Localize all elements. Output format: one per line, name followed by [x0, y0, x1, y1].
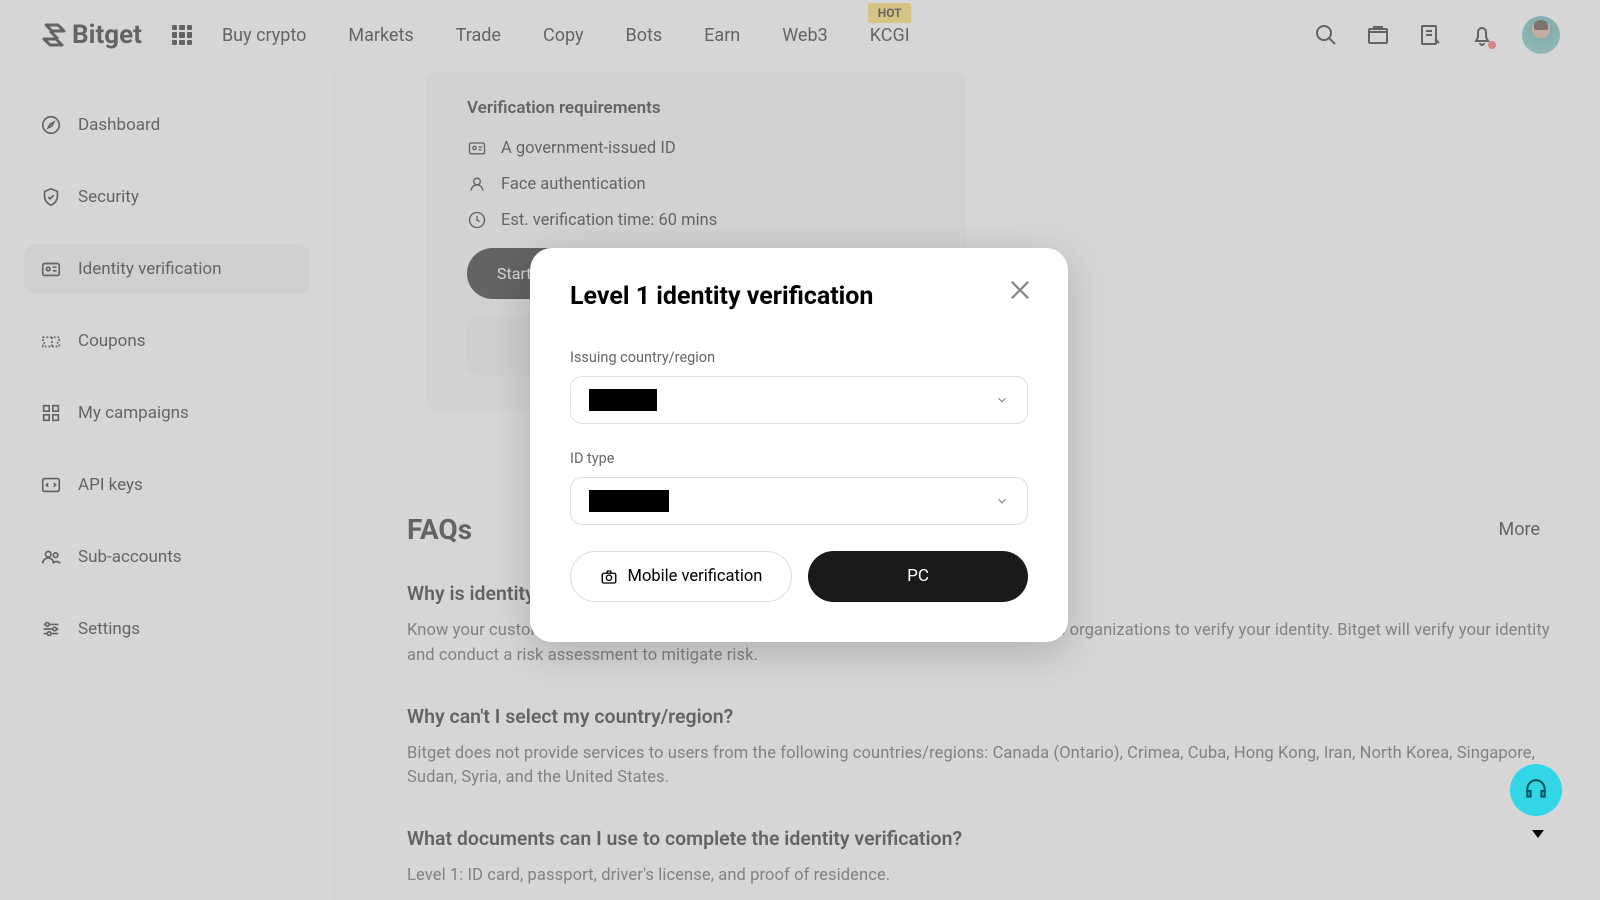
headset-icon: [1523, 777, 1549, 803]
support-fab[interactable]: [1510, 764, 1562, 816]
country-select[interactable]: [570, 376, 1028, 424]
close-icon[interactable]: [1006, 276, 1034, 304]
idtype-select[interactable]: [570, 477, 1028, 525]
kyc-modal: Level 1 identity verification Issuing co…: [530, 248, 1068, 642]
idtype-value-redacted: [589, 490, 669, 512]
modal-title: Level 1 identity verification: [570, 282, 1028, 311]
chevron-down-icon: [995, 494, 1009, 508]
mobile-verification-label: Mobile verification: [628, 567, 763, 586]
chevron-down-icon: [995, 393, 1009, 407]
country-label: Issuing country/region: [570, 349, 1028, 366]
country-value-redacted: [589, 389, 657, 411]
mobile-verification-button[interactable]: Mobile verification: [570, 551, 792, 602]
pc-button[interactable]: PC: [808, 551, 1028, 602]
idtype-label: ID type: [570, 450, 1028, 467]
fab-indicator-icon: [1532, 830, 1544, 838]
camera-icon: [600, 568, 618, 586]
